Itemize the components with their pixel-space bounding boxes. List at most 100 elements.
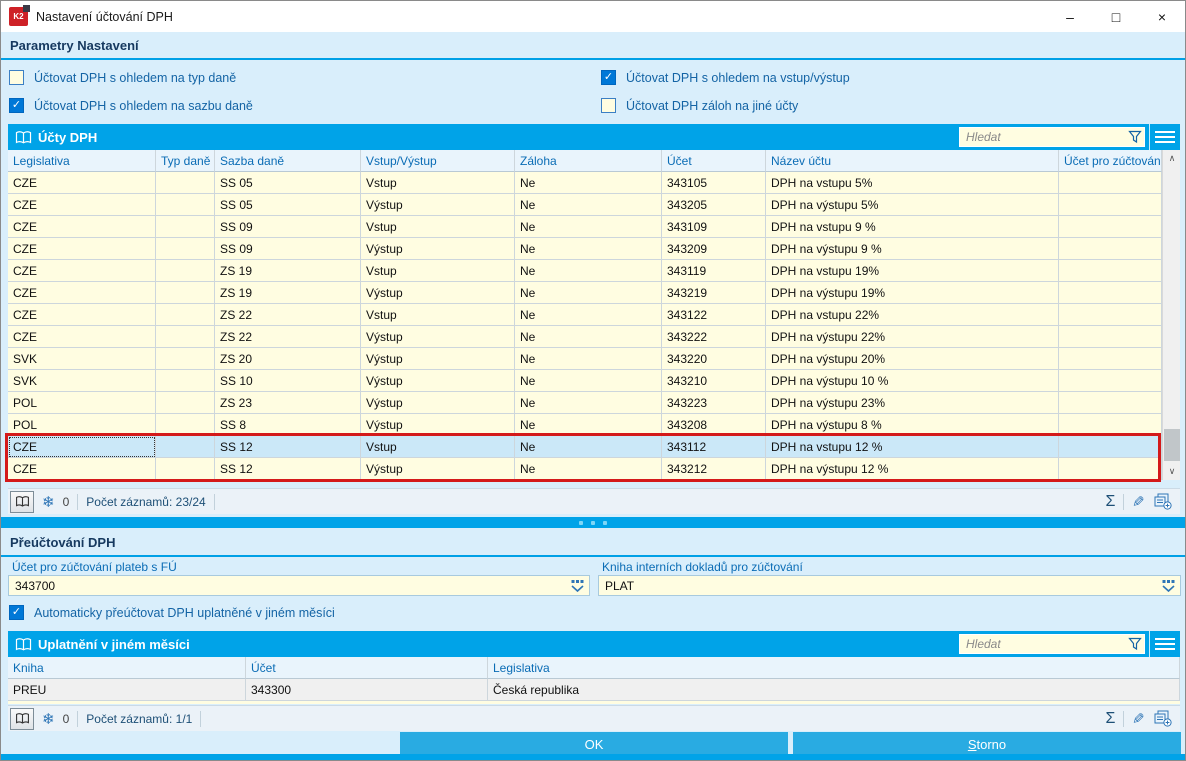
table-cell[interactable]: 343109 [662,216,766,238]
book-view-button[interactable] [10,491,34,513]
checkbox-dph-vstup-vystup[interactable]: ✓ Účtovat DPH s ohledem na vstup/výstup [601,70,850,85]
edit-pencil-icon[interactable]: ✎ [1132,493,1145,511]
table-cell[interactable]: CZE [8,282,156,304]
table-cell[interactable] [1059,436,1162,458]
table-cell[interactable] [1059,392,1162,414]
table-cell[interactable] [1059,348,1162,370]
table-row[interactable]: CZEZS 19VstupNe343119DPH na vstupu 19% [8,260,1162,282]
table-cell[interactable] [156,194,215,216]
scrollbar-thumb[interactable] [1164,429,1180,461]
table-cell[interactable]: POL [8,414,156,436]
table-cell[interactable]: CZE [8,260,156,282]
table-cell[interactable]: 343122 [662,304,766,326]
table-cell[interactable]: Vstup [361,260,515,282]
table-cell[interactable]: DPH na výstupu 8 % [766,414,1059,436]
table-cell[interactable] [156,370,215,392]
maximize-button[interactable]: □ [1093,1,1139,32]
table-cell[interactable]: Vstup [361,216,515,238]
table-cell[interactable]: DPH na výstupu 10 % [766,370,1059,392]
checkbox-box[interactable]: ✓ [9,98,24,113]
table-cell[interactable] [156,414,215,436]
table-cell[interactable]: SVK [8,370,156,392]
column-header[interactable]: Účet [246,657,488,679]
minimize-button[interactable]: – [1047,1,1093,32]
table-row[interactable]: POLSS 8VýstupNe343208DPH na výstupu 8 % [8,414,1162,436]
table-cell[interactable]: Ne [515,326,662,348]
table-row[interactable]: CZEZS 22VstupNe343122DPH na vstupu 22% [8,304,1162,326]
storno-button[interactable]: Storno [793,732,1181,756]
column-header[interactable]: Účet pro zúčtování [1059,150,1162,172]
table-cell[interactable]: Ne [515,238,662,260]
column-header[interactable]: Legislativa [8,150,156,172]
search-input[interactable] [959,127,1145,147]
table-row[interactable]: PREU343300Česká republika [8,679,1180,701]
table-cell[interactable]: Výstup [361,348,515,370]
table-cell[interactable] [156,282,215,304]
table-cell[interactable] [156,216,215,238]
table-cell[interactable]: 343209 [662,238,766,260]
table-cell[interactable] [1059,458,1162,480]
table-cell[interactable]: DPH na vstupu 22% [766,304,1059,326]
column-header[interactable]: Sazba daně [215,150,361,172]
table-cell[interactable]: DPH na vstupu 12 % [766,436,1059,458]
table-cell[interactable]: SS 8 [215,414,361,436]
splitter-handle[interactable] [1,517,1185,528]
table-row[interactable]: CZEZS 22VýstupNe343222DPH na výstupu 22% [8,326,1162,348]
table-cell[interactable]: Výstup [361,414,515,436]
column-header[interactable]: Záloha [515,150,662,172]
new-record-icon[interactable] [1153,710,1172,727]
checkbox-box[interactable]: ✓ [9,605,24,620]
table-cell[interactable]: SS 12 [215,436,361,458]
table-cell[interactable]: Ne [515,194,662,216]
table-cell[interactable]: 343212 [662,458,766,480]
table-cell[interactable]: Ne [515,216,662,238]
table-cell[interactable]: Ne [515,304,662,326]
table-cell[interactable] [1059,370,1162,392]
table-cell[interactable]: DPH na výstupu 12 % [766,458,1059,480]
scrollbar-down-icon[interactable]: ∨ [1163,463,1181,480]
internal-documents-book-field[interactable]: PLAT [598,575,1181,596]
table-cell[interactable]: PREU [8,679,246,701]
table-cell[interactable] [1059,238,1162,260]
table-row[interactable]: CZEZS 19VýstupNe343219DPH na výstupu 19% [8,282,1162,304]
table-row[interactable]: CZESS 12VýstupNe343212DPH na výstupu 12 … [8,458,1162,480]
table-cell[interactable]: 343208 [662,414,766,436]
new-record-icon[interactable] [1153,493,1172,510]
table-cell[interactable] [156,392,215,414]
column-header[interactable]: Název účtu [766,150,1059,172]
table-cell[interactable] [156,458,215,480]
table-cell[interactable]: Výstup [361,392,515,414]
table-cell[interactable] [1059,172,1162,194]
table-cell[interactable]: 343223 [662,392,766,414]
table-row[interactable]: POLZS 23VýstupNe343223DPH na výstupu 23% [8,392,1162,414]
table-row[interactable]: CZESS 09VýstupNe343209DPH na výstupu 9 % [8,238,1162,260]
table-cell[interactable]: ZS 20 [215,348,361,370]
table-row[interactable]: SVKSS 10VýstupNe343210DPH na výstupu 10 … [8,370,1162,392]
checkbox-dph-sazba-dane[interactable]: ✓ Účtovat DPH s ohledem na sazbu daně [9,98,253,113]
vertical-scrollbar[interactable]: ∧ ∨ [1162,150,1180,480]
table-cell[interactable]: CZE [8,436,156,458]
snowflake-icon[interactable]: ❄ [42,493,55,511]
table-row[interactable]: SVKZS 20VýstupNe343220DPH na výstupu 20% [8,348,1162,370]
table-cell[interactable]: 343112 [662,436,766,458]
checkbox-box[interactable] [601,98,616,113]
table-cell[interactable]: DPH na vstupu 5% [766,172,1059,194]
table-cell[interactable]: DPH na výstupu 5% [766,194,1059,216]
lookup-dropdown-icon[interactable] [570,579,585,593]
table-cell[interactable]: SS 05 [215,172,361,194]
table-cell[interactable]: 343220 [662,348,766,370]
table-cell[interactable]: CZE [8,172,156,194]
column-header[interactable]: Kniha [8,657,246,679]
table-cell[interactable]: POL [8,392,156,414]
table-cell[interactable]: SS 12 [215,458,361,480]
table-cell[interactable]: DPH na vstupu 9 % [766,216,1059,238]
checkbox-auto-repost[interactable]: ✓ Automaticky přeúčtovat DPH uplatněné v… [9,605,335,620]
table-cell[interactable] [156,172,215,194]
table-cell[interactable]: CZE [8,304,156,326]
table-cell[interactable]: Ne [515,458,662,480]
table-cell[interactable] [156,326,215,348]
table-cell[interactable]: Výstup [361,458,515,480]
table-menu-icon[interactable] [1149,124,1180,150]
table-cell[interactable]: Ne [515,348,662,370]
table-cell[interactable]: 343222 [662,326,766,348]
